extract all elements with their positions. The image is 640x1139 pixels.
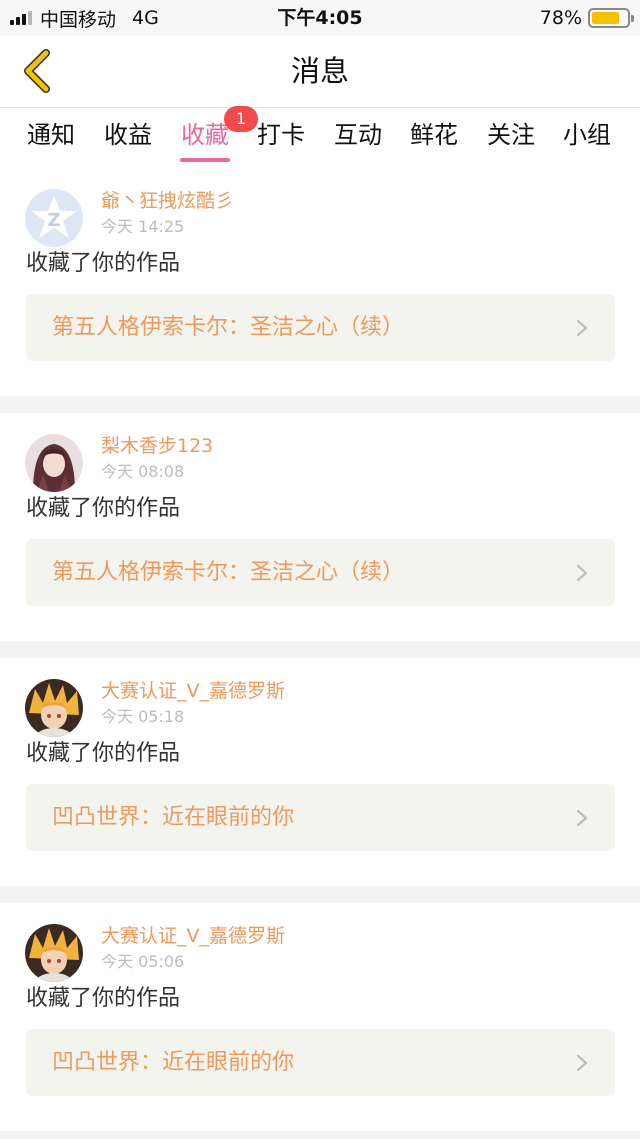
tab-label: 收藏	[181, 121, 229, 149]
tab-label: 打卡	[257, 121, 305, 149]
work-link[interactable]: 第五人格伊索卡尔：圣洁之心（续）	[26, 539, 615, 606]
battery-percent: 78%	[539, 7, 582, 29]
username[interactable]: 梨木香步123	[101, 433, 213, 459]
work-title: 凹凸世界：近在眼前的你	[52, 805, 295, 830]
tab-active-indicator	[180, 158, 230, 162]
message-text: 收藏了你的作品	[26, 986, 181, 1011]
tab-label: 鲜花	[410, 121, 458, 149]
svg-text:Z: Z	[47, 210, 60, 231]
tab-bar: 通知 收益 收藏 1 打卡 互动 鲜花 关注 小组	[0, 106, 640, 170]
avatar[interactable]	[25, 924, 83, 982]
status-right: 78%	[539, 6, 634, 30]
tab-earnings[interactable]: 收益	[103, 114, 153, 162]
work-title: 第五人格伊索卡尔：圣洁之心（续）	[52, 560, 405, 585]
chevron-right-icon	[576, 809, 588, 827]
tab-notifications[interactable]: 通知	[26, 114, 76, 162]
tab-label: 互动	[334, 121, 382, 149]
message-text: 收藏了你的作品	[26, 251, 181, 276]
message-time: 今天 08:08	[101, 462, 185, 481]
nav-bar: 消息	[0, 36, 640, 108]
message-card: Z 爺丶狂拽炫酷彡 今天 14:25 收藏了你的作品 第五人格伊索卡尔：圣洁之心…	[0, 168, 640, 396]
chevron-right-icon	[576, 1054, 588, 1072]
work-title: 第五人格伊索卡尔：圣洁之心（续）	[52, 315, 405, 340]
tab-label: 小组	[563, 121, 611, 149]
work-link[interactable]: 凹凸世界：近在眼前的你	[26, 1029, 615, 1096]
message-text: 收藏了你的作品	[26, 496, 181, 521]
chevron-right-icon	[576, 564, 588, 582]
tab-favorites[interactable]: 收藏 1	[180, 106, 258, 162]
work-link[interactable]: 第五人格伊索卡尔：圣洁之心（续）	[26, 294, 615, 361]
tab-interaction[interactable]: 互动	[333, 114, 383, 162]
message-card: 梨木香步123 今天 08:08 收藏了你的作品 第五人格伊索卡尔：圣洁之心（续…	[0, 413, 640, 641]
username[interactable]: 爺丶狂拽炫酷彡	[101, 188, 234, 214]
message-card: 大赛认证_V_嘉德罗斯 今天 05:18 收藏了你的作品 凹凸世界：近在眼前的你	[0, 658, 640, 886]
user-avatar-image	[25, 434, 83, 492]
status-bar: 中国移动 4G 下午4:05 78%	[0, 0, 640, 36]
message-time: 今天 14:25	[101, 217, 185, 236]
user-avatar-image	[25, 924, 83, 982]
tab-label: 通知	[27, 121, 75, 149]
default-avatar-icon: Z	[25, 189, 83, 247]
tab-badge: 1	[224, 106, 258, 132]
tab-follows[interactable]: 关注	[486, 114, 536, 162]
message-text: 收藏了你的作品	[26, 741, 181, 766]
work-title: 凹凸世界：近在眼前的你	[52, 1050, 295, 1075]
work-link[interactable]: 凹凸世界：近在眼前的你	[26, 784, 615, 851]
battery-icon	[588, 8, 634, 28]
avatar[interactable]	[25, 434, 83, 492]
username[interactable]: 大赛认证_V_嘉德罗斯	[101, 923, 285, 949]
tab-label: 收益	[104, 121, 152, 149]
message-time: 今天 05:18	[101, 707, 185, 726]
user-avatar-image	[25, 679, 83, 737]
tab-label: 关注	[487, 121, 535, 149]
chevron-right-icon	[576, 319, 588, 337]
page-title: 消息	[290, 54, 349, 88]
tab-groups[interactable]: 小组	[562, 114, 612, 162]
message-time: 今天 05:06	[101, 952, 185, 971]
avatar[interactable]: Z	[25, 189, 83, 247]
battery-fill	[592, 12, 619, 24]
message-card: 大赛认证_V_嘉德罗斯 今天 05:06 收藏了你的作品 凹凸世界：近在眼前的你	[0, 903, 640, 1131]
tab-flowers[interactable]: 鲜花	[409, 114, 459, 162]
tab-checkin[interactable]: 打卡	[256, 114, 306, 162]
username[interactable]: 大赛认证_V_嘉德罗斯	[101, 678, 285, 704]
avatar[interactable]	[25, 679, 83, 737]
